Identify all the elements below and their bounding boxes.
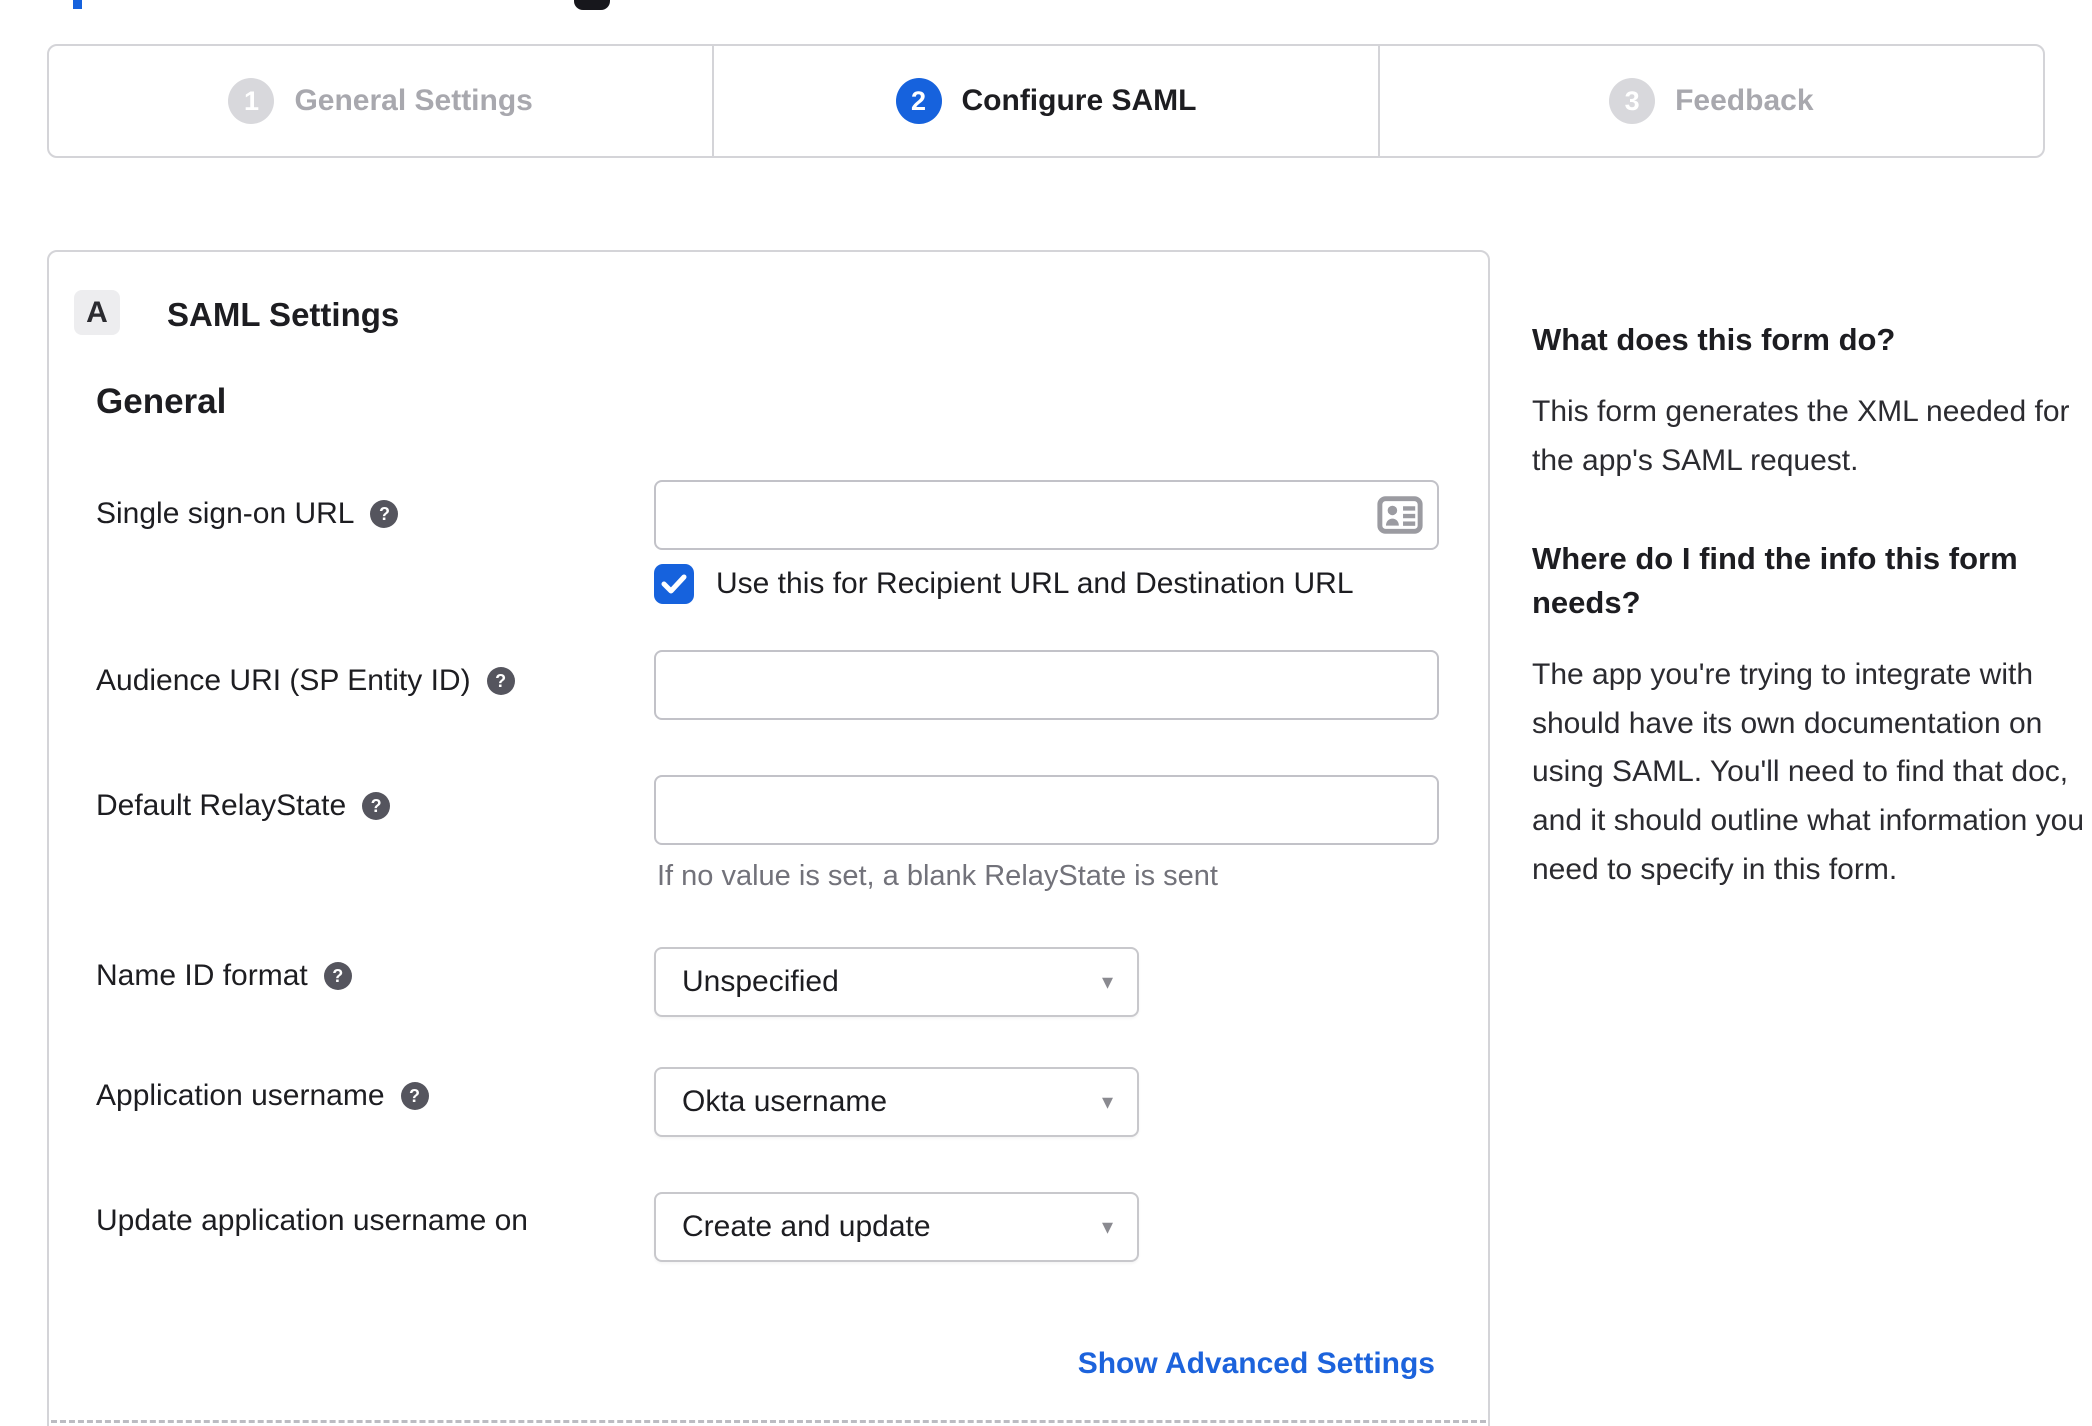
sso-url-label-row: Single sign-on URL ? — [96, 497, 399, 531]
sso-url-input[interactable] — [654, 480, 1439, 550]
relaystate-label-row: Default RelayState ? — [96, 789, 391, 823]
relaystate-label: Default RelayState — [96, 789, 347, 822]
update-username-label-row: Update application username on — [96, 1204, 528, 1238]
nameid-format-label-row: Name ID format ? — [96, 959, 352, 993]
app-username-label-row: Application username ? — [96, 1079, 429, 1113]
panel-title: SAML Settings — [167, 296, 400, 333]
cropped-icon-fragment — [574, 0, 610, 10]
nameid-format-select[interactable]: Unspecified ▾ — [654, 947, 1139, 1017]
checkmark-icon — [661, 574, 687, 594]
nameid-format-value: Unspecified — [682, 965, 839, 998]
contact-card-icon[interactable] — [1377, 496, 1423, 534]
sidebar-answer-1: This form generates the XML needed for t… — [1532, 395, 2070, 477]
saml-settings-panel: A SAML Settings General Single sign-on U… — [47, 250, 1490, 1426]
section-divider — [51, 1420, 1486, 1423]
update-username-select[interactable]: Create and update ▾ — [654, 1192, 1139, 1262]
step-label: Configure SAML — [961, 84, 1197, 117]
chevron-down-icon: ▾ — [1101, 969, 1113, 994]
page: 1 General Settings 2 Configure SAML 3 Fe… — [0, 0, 2092, 1426]
sidebar-answer-2: The app you're trying to integrate with … — [1532, 658, 2085, 886]
help-sidebar: What does this form do? This form genera… — [1532, 318, 2087, 946]
step-configure-saml[interactable]: 2 Configure SAML — [712, 46, 1377, 156]
audience-uri-label-row: Audience URI (SP Entity ID) ? — [96, 664, 515, 698]
nameid-format-label: Name ID format — [96, 959, 308, 992]
app-username-label: Application username — [96, 1079, 385, 1112]
update-username-label: Update application username on — [96, 1204, 528, 1237]
general-section-title: General — [96, 382, 227, 421]
help-icon[interactable]: ? — [362, 792, 391, 820]
recipient-url-checkbox-label: Use this for Recipient URL and Destinati… — [716, 567, 1354, 600]
audience-uri-label: Audience URI (SP Entity ID) — [96, 664, 471, 697]
sso-url-label: Single sign-on URL — [96, 497, 355, 530]
step-number-badge: 1 — [228, 78, 275, 124]
step-feedback[interactable]: 3 Feedback — [1377, 46, 2043, 156]
recipient-url-checkbox-row: Use this for Recipient URL and Destinati… — [654, 564, 1354, 604]
step-general-settings[interactable]: 1 General Settings — [49, 46, 712, 156]
help-icon[interactable]: ? — [400, 1082, 429, 1110]
step-number-badge: 2 — [895, 78, 942, 124]
sidebar-question-2: Where do I find the info this form needs… — [1532, 541, 2018, 621]
update-username-value: Create and update — [682, 1210, 931, 1243]
sso-url-input-wrap — [654, 480, 1439, 550]
app-username-value: Okta username — [682, 1085, 888, 1118]
step-number-badge: 3 — [1609, 78, 1656, 124]
audience-uri-input[interactable] — [654, 650, 1439, 720]
step-label: General Settings — [294, 84, 533, 117]
chevron-down-icon: ▾ — [1101, 1214, 1113, 1239]
wizard-stepper: 1 General Settings 2 Configure SAML 3 Fe… — [47, 44, 2045, 158]
app-username-select[interactable]: Okta username ▾ — [654, 1067, 1139, 1137]
help-icon[interactable]: ? — [370, 500, 399, 528]
step-label: Feedback — [1675, 84, 1814, 117]
help-icon[interactable]: ? — [323, 962, 352, 990]
section-badge: A — [74, 290, 120, 335]
recipient-url-checkbox[interactable] — [654, 564, 694, 604]
relaystate-input[interactable] — [654, 775, 1439, 845]
cropped-logo-fragment — [73, 0, 82, 9]
help-icon[interactable]: ? — [486, 667, 515, 695]
relaystate-helper-text: If no value is set, a blank RelayState i… — [657, 860, 1218, 892]
chevron-down-icon: ▾ — [1101, 1089, 1113, 1114]
sidebar-question-1: What does this form do? — [1532, 322, 1896, 357]
show-advanced-settings-link[interactable]: Show Advanced Settings — [1078, 1347, 1435, 1381]
